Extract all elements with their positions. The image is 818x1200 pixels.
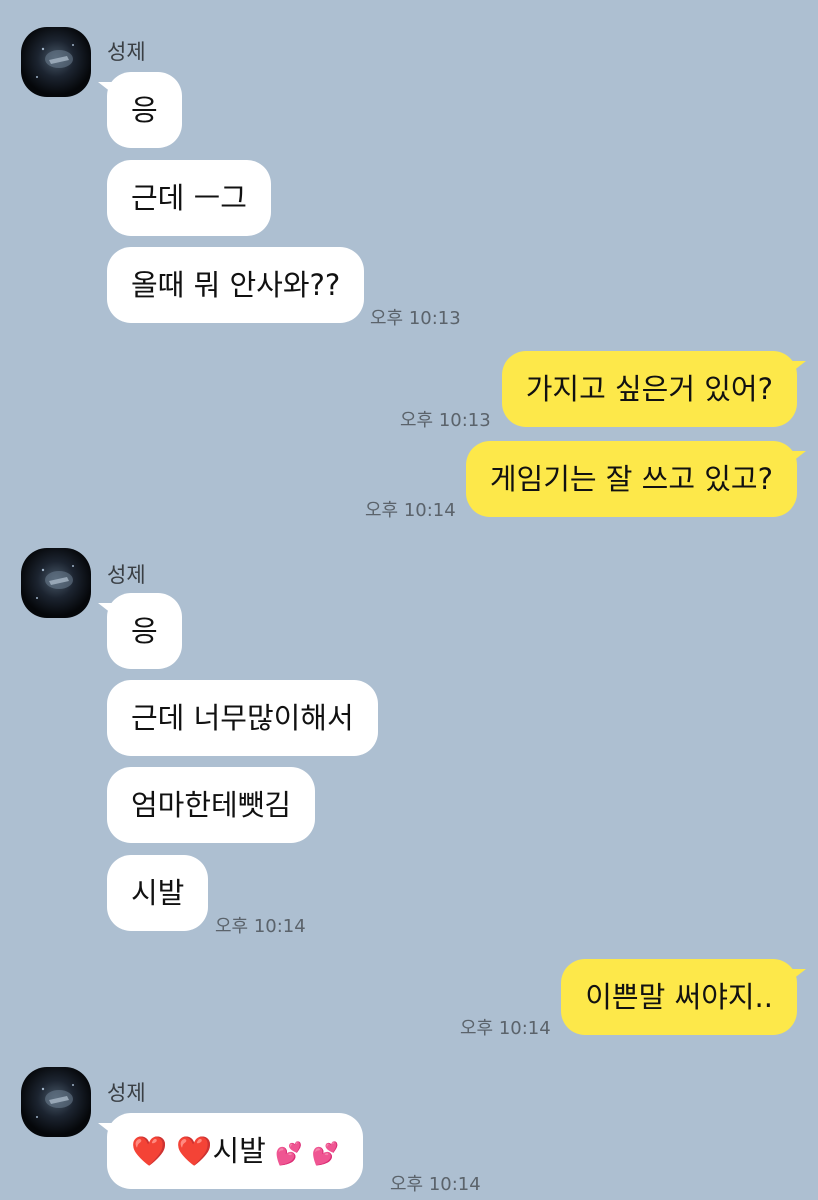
message-bubble[interactable]: 시발 (107, 855, 209, 931)
sender-name: 성제 (107, 40, 146, 64)
message-timestamp: 오후 10:14 (460, 1018, 551, 1039)
two-hearts-icon: 💕 (311, 1142, 340, 1167)
message-bubble[interactable]: 가지고 싶은거 있어? (501, 351, 807, 427)
avatar-image-icon (36, 1084, 74, 1118)
message-timestamp: 오후 10:14 (365, 500, 456, 521)
message-bubble[interactable]: 근데 너무많이해서 (107, 680, 378, 756)
red-heart-icon: ❤️ (131, 1134, 168, 1168)
sender-avatar[interactable] (21, 27, 91, 97)
red-heart-icon: ❤️ (176, 1134, 213, 1168)
sender-avatar[interactable] (21, 1067, 91, 1137)
sender-name: 성제 (107, 1081, 146, 1105)
message-bubble[interactable]: 응 (98, 593, 182, 669)
message-text: 시발 (212, 1134, 266, 1168)
message-bubble[interactable]: ❤️ ❤️시발 💕 💕 (97, 1113, 364, 1189)
message-bubble[interactable]: 근데 ㅡ그 (107, 160, 271, 236)
sender-avatar[interactable] (21, 548, 91, 618)
message-timestamp: 오후 10:13 (370, 308, 461, 329)
message-bubble[interactable]: 이쁜말 써야지.. (561, 959, 806, 1035)
message-bubble[interactable]: 엄마한테뺏김 (107, 767, 316, 843)
avatar-image-icon (36, 565, 74, 599)
message-bubble[interactable]: 게임기는 잘 쓰고 있고? (465, 441, 807, 517)
message-timestamp: 오후 10:14 (215, 916, 306, 937)
message-bubble[interactable]: 응 (98, 72, 182, 148)
message-timestamp: 오후 10:14 (390, 1174, 481, 1195)
message-bubble[interactable]: 올때 뭐 안사와?? (107, 247, 365, 323)
message-timestamp: 오후 10:13 (400, 410, 491, 431)
two-hearts-icon: 💕 (275, 1142, 303, 1167)
sender-name: 성제 (107, 563, 146, 587)
avatar-image-icon (36, 44, 74, 78)
